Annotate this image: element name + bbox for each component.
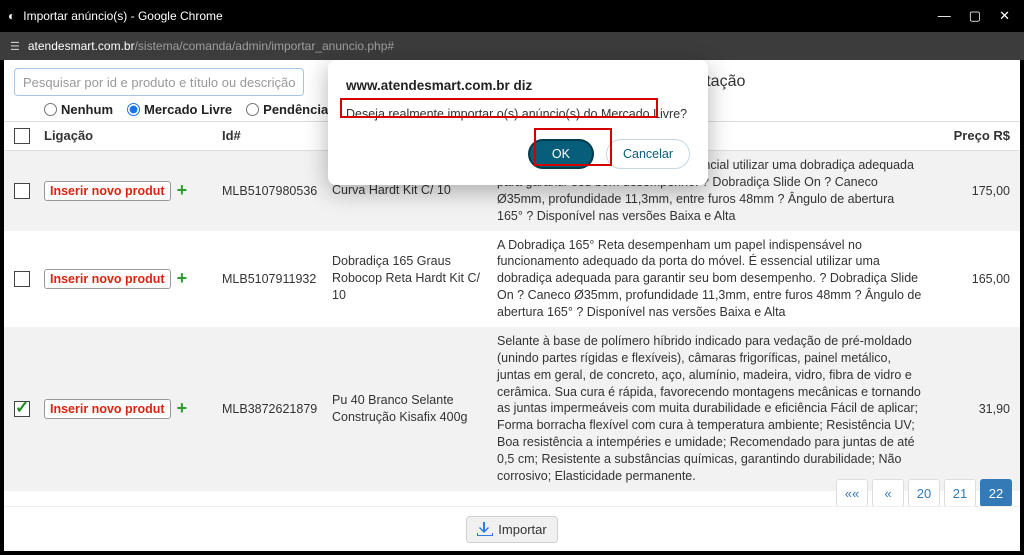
page-21[interactable]: 21	[944, 479, 976, 507]
plus-icon[interactable]: +	[177, 268, 188, 289]
radio-pendencia[interactable]: Pendência	[246, 102, 328, 117]
window-title: Importar anúncio(s) - Google Chrome	[23, 9, 222, 23]
window-icon: ◐	[8, 9, 15, 23]
row-checkbox[interactable]	[14, 183, 30, 199]
page-22[interactable]: 22	[980, 479, 1012, 507]
row-desc: Selante à base de polímero híbrido indic…	[497, 333, 930, 485]
row-id: MLB5107980536	[222, 184, 332, 198]
search-input[interactable]	[14, 68, 304, 96]
page-first[interactable]: ««	[836, 479, 868, 507]
table-row: Inserir novo produt + MLB3872621879 Pu 4…	[4, 327, 1020, 491]
dialog-title: www.atendesmart.com.br diz	[346, 78, 690, 93]
col-ligacao: Ligação	[44, 128, 222, 144]
plus-icon[interactable]: +	[177, 180, 188, 201]
site-settings-icon[interactable]: ☰	[10, 40, 20, 53]
row-id: MLB3872621879	[222, 402, 332, 416]
row-price: 165,00	[930, 272, 1010, 286]
dialog-cancel-button[interactable]: Cancelar	[606, 139, 690, 169]
row-price: 175,00	[930, 184, 1010, 198]
plus-icon[interactable]: +	[177, 398, 188, 419]
pagination: «« « 20 21 22	[836, 479, 1012, 507]
row-checkbox[interactable]	[14, 271, 30, 287]
col-id: Id#	[222, 128, 332, 144]
row-price: 31,90	[930, 402, 1010, 416]
insert-product-button[interactable]: Inserir novo produt	[44, 269, 171, 289]
dialog-message: Deseja realmente importar o(s) anúncio(s…	[346, 107, 690, 121]
table-row: Inserir novo produt + MLB5107911932 Dobr…	[4, 231, 1020, 327]
dialog-ok-button[interactable]: OK	[528, 139, 594, 169]
import-button[interactable]: Importar	[466, 516, 557, 543]
select-all-checkbox[interactable]	[14, 128, 30, 144]
url-domain: atendesmart.com.br	[28, 39, 135, 53]
url-bar[interactable]: ☰ atendesmart.com.br/sistema/comanda/adm…	[0, 32, 1024, 60]
radio-nenhum[interactable]: Nenhum	[44, 102, 113, 117]
row-desc: A Dobradiça 165° Reta desempenham um pap…	[497, 237, 930, 321]
confirm-dialog: www.atendesmart.com.br diz Deseja realme…	[328, 60, 708, 185]
import-icon	[477, 522, 493, 536]
insert-product-button[interactable]: Inserir novo produt	[44, 181, 171, 201]
minimize-icon[interactable]: —	[938, 8, 951, 24]
page-prev[interactable]: «	[872, 479, 904, 507]
window-titlebar: ◐ Importar anúncio(s) - Google Chrome — …	[0, 0, 1024, 32]
url-path: /sistema/comanda/admin/importar_anuncio.…	[135, 39, 394, 53]
row-title: Dobradiça 165 Graus Robocop Reta Hardt K…	[332, 253, 497, 304]
col-preco: Preço R$	[930, 128, 1010, 144]
radio-mercado-livre[interactable]: Mercado Livre	[127, 102, 232, 117]
page-20[interactable]: 20	[908, 479, 940, 507]
row-title: Pu 40 Branco Selante Construção Kisafix …	[332, 392, 497, 426]
close-icon[interactable]: ✕	[999, 8, 1010, 24]
maximize-icon[interactable]: ▢	[969, 8, 981, 24]
row-id: MLB5107911932	[222, 272, 332, 286]
insert-product-button[interactable]: Inserir novo produt	[44, 399, 171, 419]
row-checkbox[interactable]	[14, 401, 30, 417]
